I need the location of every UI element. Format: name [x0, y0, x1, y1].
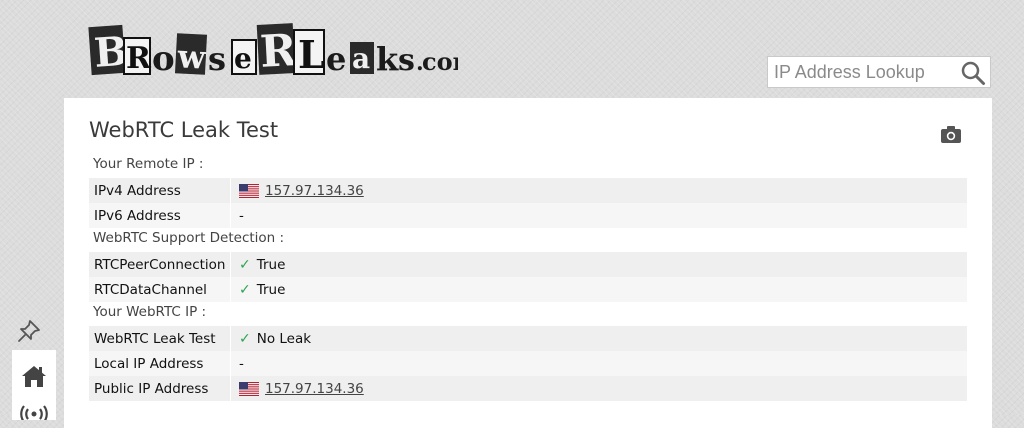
us-flag-icon — [239, 183, 259, 198]
svg-text:L: L — [298, 32, 325, 77]
webrtc-results-table: Your Remote IP : IPv4 Address 157.97.134… — [89, 154, 967, 401]
row-value-text: No Leak — [256, 330, 312, 347]
logo-graphic: B R o w s e R L e a k s . com — [88, 23, 458, 79]
row-value: - — [239, 355, 244, 372]
row-key: RTCDataChannel — [89, 277, 231, 302]
pin-icon[interactable] — [16, 318, 42, 344]
table-row: RTCDataChannel ✓ True — [89, 277, 967, 302]
ip-lookup-input[interactable] — [774, 61, 954, 83]
us-flag-icon — [239, 381, 259, 396]
broadcast-icon[interactable] — [20, 402, 48, 420]
table-row: Local IP Address - — [89, 351, 967, 376]
svg-text:R: R — [259, 25, 299, 78]
camera-icon[interactable] — [940, 124, 962, 144]
row-value: ✓ True — [231, 277, 285, 302]
row-key: IPv4 Address — [89, 178, 231, 203]
table-row: Public IP Address 157.97.134.36 — [89, 376, 967, 401]
svg-text:k: k — [376, 40, 399, 78]
row-value: 157.97.134.36 — [231, 376, 364, 401]
table-row: IPv6 Address - — [89, 203, 967, 228]
row-key: IPv6 Address — [89, 203, 231, 228]
svg-text:e: e — [234, 42, 252, 75]
search-icon[interactable] — [960, 60, 986, 86]
svg-text:R: R — [126, 41, 152, 76]
ipv4-address-link[interactable]: 157.97.134.36 — [265, 183, 364, 199]
table-row: RTCPeerConnection ✓ True — [89, 252, 967, 277]
home-icon[interactable] — [21, 364, 47, 388]
section-webrtc-ip: Your WebRTC IP : — [93, 304, 207, 320]
row-key: Local IP Address — [89, 351, 231, 376]
svg-text:o: o — [152, 39, 175, 79]
main-panel: WebRTC Leak Test Your Remote IP : IPv4 A… — [64, 98, 992, 428]
table-row: IPv4 Address 157.97.134.36 — [89, 178, 967, 203]
row-key: Public IP Address — [89, 376, 231, 401]
section-remote-ip: Your Remote IP : — [93, 156, 204, 172]
side-nav — [12, 350, 56, 420]
ip-lookup-search[interactable] — [767, 56, 991, 88]
page-title: WebRTC Leak Test — [89, 118, 279, 142]
row-value-text: True — [256, 256, 286, 273]
svg-text:w: w — [176, 37, 208, 77]
row-key: RTCPeerConnection — [89, 252, 231, 277]
row-value: - — [239, 207, 244, 224]
svg-text:e: e — [326, 40, 346, 78]
svg-text:com: com — [422, 47, 458, 76]
check-icon: ✓ — [239, 330, 251, 347]
svg-text:s: s — [208, 40, 226, 78]
row-value: 157.97.134.36 — [231, 178, 364, 203]
check-icon: ✓ — [239, 281, 251, 298]
row-value-text: True — [256, 281, 286, 298]
section-webrtc-support: WebRTC Support Detection : — [93, 230, 285, 246]
public-ip-address-link[interactable]: 157.97.134.36 — [265, 381, 364, 397]
table-row: WebRTC Leak Test ✓ No Leak — [89, 326, 967, 351]
row-key: WebRTC Leak Test — [89, 326, 231, 351]
svg-text:s: s — [398, 43, 415, 78]
row-value: ✓ No Leak — [231, 326, 311, 351]
row-value: ✓ True — [231, 252, 285, 277]
check-icon: ✓ — [239, 256, 251, 273]
site-logo[interactable]: B R o w s e R L e a k s . com — [88, 12, 458, 82]
svg-text:a: a — [352, 42, 370, 75]
